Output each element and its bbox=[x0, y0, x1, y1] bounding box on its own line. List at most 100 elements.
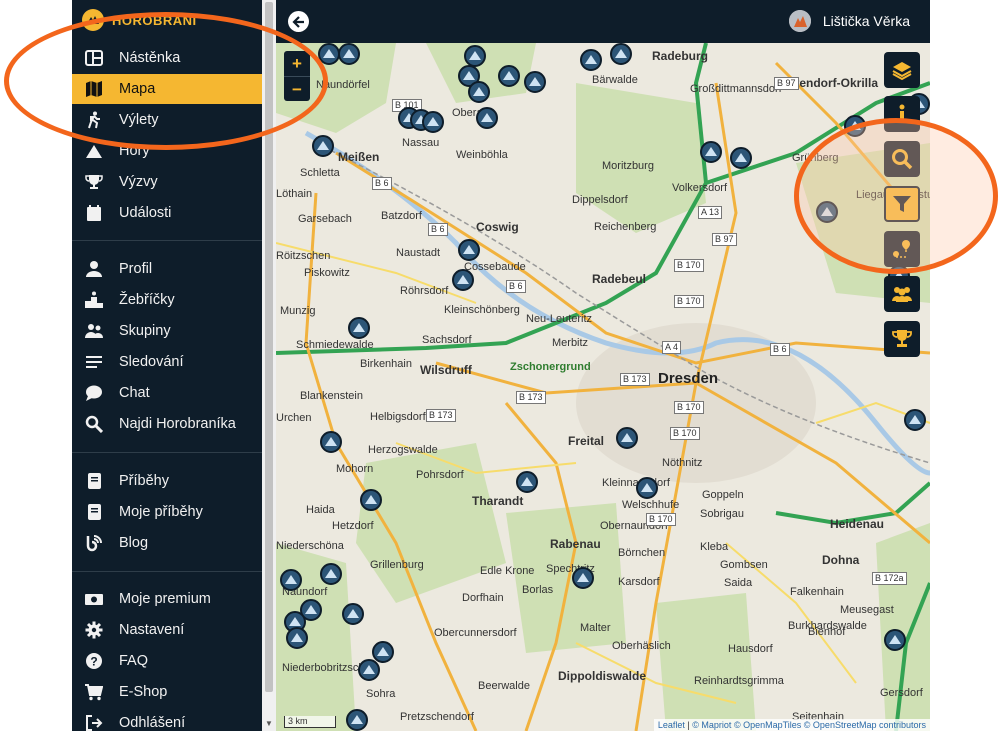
mountain-marker[interactable] bbox=[904, 409, 926, 431]
place-label: Sobrigau bbox=[700, 508, 745, 520]
sidebar-item-udalosti[interactable]: Události bbox=[72, 198, 262, 228]
sidebar-item-eshop[interactable]: E-Shop bbox=[72, 677, 262, 707]
osm-link[interactable]: © OpenStreetMap contributors bbox=[804, 720, 926, 730]
route-icon bbox=[893, 240, 910, 258]
place-label: Tharandt bbox=[472, 494, 524, 508]
sidebar-item-moje-pribehy[interactable]: Moje příběhy bbox=[72, 497, 262, 527]
zoom-in-button[interactable]: + bbox=[284, 51, 310, 76]
mountain-marker[interactable] bbox=[468, 81, 490, 103]
place-label: Reinhardtsgrimma bbox=[694, 675, 784, 687]
mountain-marker[interactable] bbox=[700, 141, 722, 163]
main-content: Lištička Věrka Dresden Meißen Coswig Rad… bbox=[276, 0, 930, 731]
place-label: Weinböhla bbox=[456, 149, 508, 161]
mountain-marker[interactable] bbox=[452, 269, 474, 291]
mountain-marker[interactable] bbox=[318, 43, 340, 65]
place-label: Moritzburg bbox=[602, 160, 654, 172]
mountain-marker[interactable] bbox=[458, 239, 480, 261]
mountain-marker[interactable] bbox=[498, 65, 520, 87]
mountain-marker[interactable] bbox=[312, 135, 334, 157]
zoom-out-button[interactable]: − bbox=[284, 77, 310, 102]
mountain-marker[interactable] bbox=[844, 115, 866, 137]
mountain-marker[interactable] bbox=[730, 147, 752, 169]
sidebar-item-premium[interactable]: Moje premium bbox=[72, 584, 262, 614]
sidebar-item-label: Žebříčky bbox=[119, 292, 175, 308]
road-shield: B 172a bbox=[872, 572, 907, 585]
place-label: Sohra bbox=[366, 688, 396, 700]
question-icon: ? bbox=[84, 651, 104, 671]
mountain-marker[interactable] bbox=[516, 471, 538, 493]
mountain-marker[interactable] bbox=[346, 709, 368, 731]
map-view[interactable]: Dresden Meißen Coswig Radebeul Wilsdruff… bbox=[276, 43, 930, 731]
filter-button[interactable] bbox=[884, 186, 920, 222]
mountain-marker[interactable] bbox=[580, 49, 602, 71]
sidebar-item-sledovani[interactable]: Sledování bbox=[72, 347, 262, 377]
mountain-marker[interactable] bbox=[360, 489, 382, 511]
scrollbar-thumb[interactable] bbox=[265, 2, 273, 692]
sidebar-item-profil[interactable]: Profil bbox=[72, 254, 262, 284]
sidebar-item-blog[interactable]: Blog bbox=[72, 528, 262, 558]
sidebar-item-najdi[interactable]: Najdi Horobraníka bbox=[72, 409, 262, 439]
mountain-marker[interactable] bbox=[524, 71, 546, 93]
mountain-marker[interactable] bbox=[636, 477, 658, 499]
mountain-marker[interactable] bbox=[280, 569, 302, 591]
mountain-marker[interactable] bbox=[320, 563, 342, 585]
groups-button[interactable] bbox=[884, 276, 920, 312]
sidebar-item-vylety[interactable]: Výlety bbox=[72, 105, 262, 135]
page-scrollbar[interactable]: ▼ bbox=[262, 0, 276, 731]
sidebar-item-label: Najdi Horobraníka bbox=[119, 416, 236, 432]
sidebar-item-pribehy[interactable]: Příběhy bbox=[72, 466, 262, 496]
road-shield: B 6 bbox=[372, 177, 392, 190]
mountain-marker[interactable] bbox=[616, 427, 638, 449]
openmaptiles-link[interactable]: © OpenMapTiles bbox=[734, 720, 801, 730]
mountain-marker[interactable] bbox=[816, 201, 838, 223]
sidebar-item-hory[interactable]: Hory bbox=[72, 136, 262, 166]
sidebar-item-vyzvy[interactable]: Výzvy bbox=[72, 167, 262, 197]
mountain-marker[interactable] bbox=[476, 107, 498, 129]
mountain-marker[interactable] bbox=[884, 629, 906, 651]
search-button[interactable] bbox=[884, 141, 920, 177]
layers-button[interactable] bbox=[884, 52, 920, 88]
sidebar-item-nastenka[interactable]: Nástěnka bbox=[72, 43, 262, 73]
info-button[interactable] bbox=[884, 96, 920, 132]
top-bar: Lištička Věrka bbox=[276, 0, 930, 43]
mountain-marker[interactable] bbox=[338, 43, 360, 65]
place-label: Meißen bbox=[338, 150, 380, 164]
mountain-marker[interactable] bbox=[358, 659, 380, 681]
scroll-down-arrow-icon[interactable]: ▼ bbox=[265, 720, 273, 728]
place-label: Reichenberg bbox=[594, 221, 657, 233]
mountain-marker[interactable] bbox=[372, 641, 394, 663]
place-label: Naustadt bbox=[396, 247, 441, 259]
place-label: Dohna bbox=[822, 553, 860, 567]
mountain-marker[interactable] bbox=[320, 431, 342, 453]
sidebar-item-mapa[interactable]: Mapa bbox=[72, 74, 262, 104]
mountain-marker[interactable] bbox=[286, 627, 308, 649]
mountain-marker[interactable] bbox=[464, 45, 486, 67]
sidebar-item-faq[interactable]: ? FAQ bbox=[72, 646, 262, 676]
sidebar-item-zebricky[interactable]: Žebříčky bbox=[72, 285, 262, 315]
place-label: Munzig bbox=[280, 305, 316, 317]
user-menu[interactable]: Lištička Věrka bbox=[788, 10, 910, 32]
mountain-marker[interactable] bbox=[348, 317, 370, 339]
place-label: Nassau bbox=[402, 137, 440, 149]
route-button[interactable] bbox=[884, 231, 920, 267]
challenges-button[interactable] bbox=[884, 321, 920, 357]
attribution-separator: | bbox=[687, 720, 690, 730]
place-label: Radebeul bbox=[592, 272, 647, 286]
road-shield: B 170 bbox=[646, 513, 676, 526]
place-label: Hetzdorf bbox=[332, 520, 374, 532]
brand[interactable]: HOROBRANÍ bbox=[82, 6, 197, 34]
search-icon bbox=[84, 414, 104, 434]
place-label: Börnchen bbox=[618, 547, 666, 559]
leaflet-link[interactable]: Leaflet bbox=[658, 720, 685, 730]
back-button[interactable] bbox=[288, 11, 309, 32]
mapriot-link[interactable]: © Mapriot bbox=[692, 720, 731, 730]
sidebar-item-skupiny[interactable]: Skupiny bbox=[72, 316, 262, 346]
mountain-marker[interactable] bbox=[572, 567, 594, 589]
mountain-marker[interactable] bbox=[422, 111, 444, 133]
sidebar-item-chat[interactable]: Chat bbox=[72, 378, 262, 408]
mountain-marker[interactable] bbox=[610, 43, 632, 65]
sidebar-item-odhlaseni[interactable]: Odhlášení bbox=[72, 708, 262, 731]
sidebar-item-label: E-Shop bbox=[119, 684, 168, 700]
sidebar-item-nastaveni[interactable]: Nastavení bbox=[72, 615, 262, 645]
mountain-marker[interactable] bbox=[342, 603, 364, 625]
